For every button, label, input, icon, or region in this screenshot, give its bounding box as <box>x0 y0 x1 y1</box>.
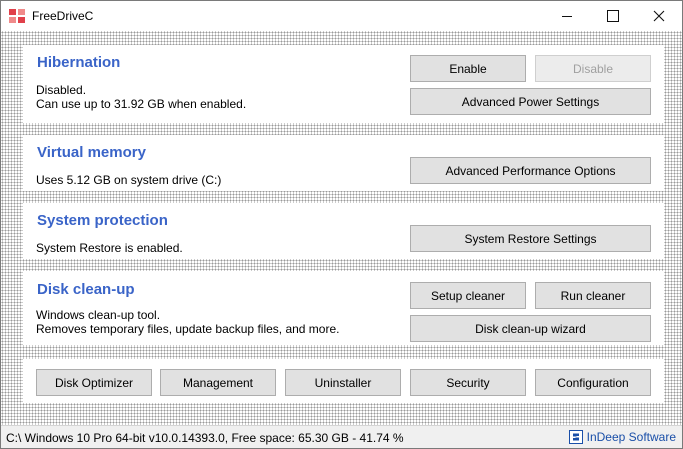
virtual-memory-detail: Uses 5.12 GB on system drive (C:) <box>36 173 222 187</box>
system-protection-panel: System protection System Restore is enab… <box>23 203 664 259</box>
hibernation-status: Disabled. <box>36 83 87 97</box>
main-content: Hibernation Disabled. Can use up to 31.9… <box>1 31 682 425</box>
hibernation-detail: Can use up to 31.92 GB when enabled. <box>36 97 247 111</box>
app-icon[interactable] <box>9 9 25 23</box>
run-cleaner-button[interactable]: Run cleaner <box>535 282 651 309</box>
indeep-logo-icon <box>568 430 583 444</box>
window-title: FreeDriveC <box>32 9 94 23</box>
management-button[interactable]: Management <box>160 369 276 396</box>
app-window: FreeDriveC Hibernation Disabled. Can use… <box>0 0 683 449</box>
disk-cleanup-panel: Disk clean-up Windows clean-up tool. Rem… <box>23 271 664 345</box>
enable-hibernation-button[interactable]: Enable <box>410 55 526 82</box>
system-protection-heading: System protection <box>37 212 168 229</box>
virtual-memory-panel: Virtual memory Uses 5.12 GB on system dr… <box>23 135 664 191</box>
advanced-performance-options-button[interactable]: Advanced Performance Options <box>410 157 651 184</box>
close-button[interactable] <box>636 1 682 31</box>
disk-cleanup-heading: Disk clean-up <box>37 281 135 298</box>
minimize-button[interactable] <box>544 1 590 31</box>
uninstaller-button[interactable]: Uninstaller <box>285 369 401 396</box>
brand-link[interactable]: InDeep Software <box>568 430 676 444</box>
configuration-button[interactable]: Configuration <box>535 369 651 396</box>
security-button[interactable]: Security <box>410 369 526 396</box>
brand-name: InDeep Software <box>586 430 676 444</box>
title-bar[interactable]: FreeDriveC <box>1 1 682 31</box>
disk-cleanup-wizard-button[interactable]: Disk clean-up wizard <box>410 315 651 342</box>
hibernation-heading: Hibernation <box>37 54 121 71</box>
drive-status-text: C:\ Windows 10 Pro 64-bit v10.0.14393.0,… <box>6 431 404 445</box>
maximize-button[interactable] <box>590 1 636 31</box>
disk-cleanup-line1: Windows clean-up tool. <box>36 308 161 322</box>
disk-optimizer-button[interactable]: Disk Optimizer <box>36 369 152 396</box>
tools-panel: Disk Optimizer Management Uninstaller Se… <box>23 359 664 403</box>
virtual-memory-heading: Virtual memory <box>37 144 146 161</box>
close-icon <box>653 10 665 22</box>
setup-cleaner-button[interactable]: Setup cleaner <box>410 282 526 309</box>
hibernation-panel: Hibernation Disabled. Can use up to 31.9… <box>23 45 664 123</box>
system-protection-detail: System Restore is enabled. <box>36 241 183 255</box>
advanced-power-settings-button[interactable]: Advanced Power Settings <box>410 88 651 115</box>
disable-hibernation-button[interactable]: Disable <box>535 55 651 82</box>
system-restore-settings-button[interactable]: System Restore Settings <box>410 225 651 252</box>
status-bar: C:\ Windows 10 Pro 64-bit v10.0.14393.0,… <box>1 425 682 448</box>
disk-cleanup-line2: Removes temporary files, update backup f… <box>36 322 340 336</box>
